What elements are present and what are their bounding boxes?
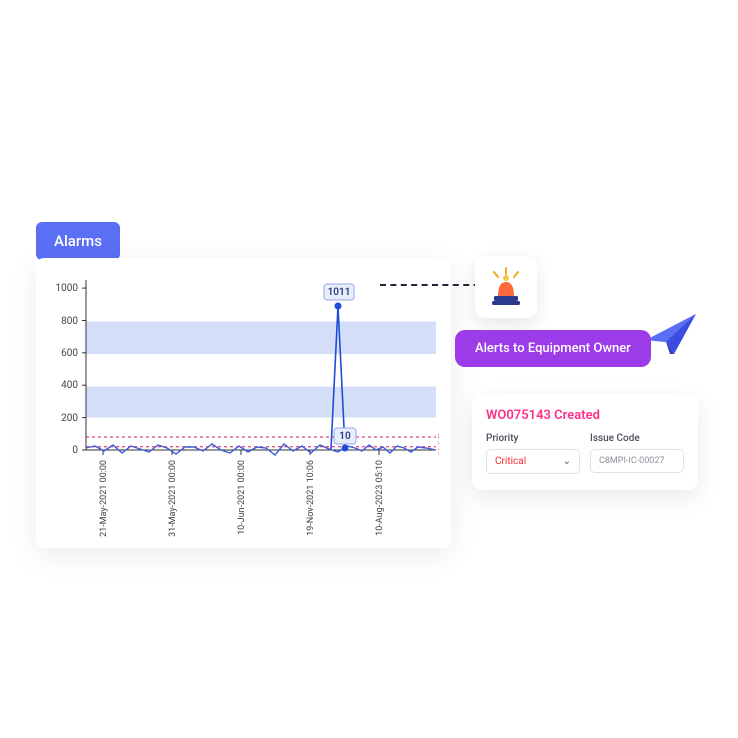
y-tick-400: 400 (61, 380, 78, 391)
y-tick-1000: 1000 (56, 283, 79, 294)
issue-code-input[interactable]: C8MPI-IC-00027 (590, 449, 684, 473)
y-tick-200: 200 (61, 413, 78, 424)
chart-band-upper (86, 322, 436, 355)
alarm-beacon-icon (485, 266, 527, 308)
y-tick-600: 600 (61, 348, 78, 359)
x-tick-1: 31-May-2021 00:00 (168, 460, 178, 537)
alarm-icon-card (475, 256, 537, 318)
ref-label-20: 20 (438, 447, 439, 456)
alarms-chart-card: 0 200 400 600 800 1000 21-May-2021 00:00… (36, 258, 451, 548)
chevron-down-icon: ⌄ (563, 456, 571, 467)
work-order-card: WO075143 Created Priority Critical ⌄ Iss… (472, 394, 698, 490)
chart-area: 0 200 400 600 800 1000 21-May-2021 00:00… (48, 274, 439, 538)
x-tick-4: 10-Aug-2023 05:10 (375, 460, 385, 536)
data-label-base: 10 (339, 431, 351, 442)
y-tick-800: 800 (61, 316, 78, 327)
priority-label: Priority (486, 433, 580, 444)
priority-value: Critical (495, 456, 526, 467)
y-tick-0: 0 (72, 445, 78, 456)
data-label-peak: 1011 (328, 287, 351, 298)
work-order-title: WO075143 Created (486, 408, 684, 423)
x-tick-3: 19-Nov-2021 10:06 (306, 460, 316, 536)
x-tick-0: 21-May-2021 00:00 (99, 460, 109, 537)
line-chart: 0 200 400 600 800 1000 21-May-2021 00:00… (48, 274, 439, 538)
alarms-tab[interactable]: Alarms (36, 222, 120, 260)
priority-select[interactable]: Critical ⌄ (486, 449, 580, 474)
spike-base-point (342, 445, 349, 452)
spike-peak-point (335, 303, 342, 310)
alert-banner: Alerts to Equipment Owner (455, 330, 651, 367)
connector-line (380, 284, 490, 286)
chart-band-lower (86, 387, 436, 418)
paper-plane-icon (644, 310, 700, 358)
x-tick-2: 10-Jun-2021 00:00 (237, 460, 247, 535)
issue-code-label: Issue Code (590, 433, 684, 444)
